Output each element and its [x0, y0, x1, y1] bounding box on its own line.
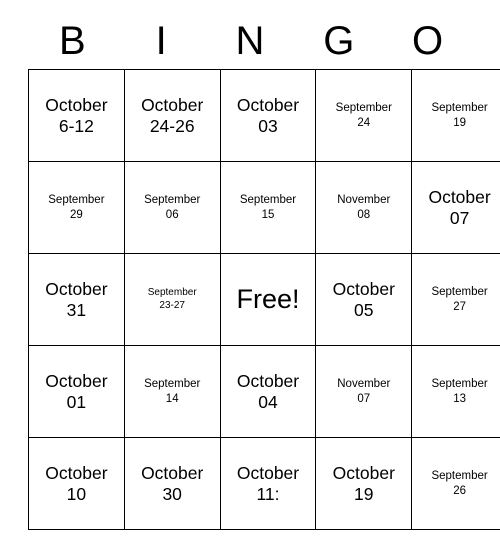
bingo-cell-subtext: 23-27: [159, 299, 185, 311]
bingo-cell[interactable]: October 07: [411, 161, 500, 254]
bingo-cell[interactable]: October 01: [28, 345, 125, 438]
bingo-cell[interactable]: September 19: [411, 69, 500, 162]
bingo-row: October 31 September 23-27 Free! October 05 Sep…: [28, 253, 500, 346]
bingo-row: October 6-12 October 24-26 October 03 Septembe…: [28, 69, 500, 162]
bingo-cell[interactable]: October 24-26: [123, 69, 221, 162]
bingo-header-letter-o: O: [412, 18, 444, 63]
bingo-cell[interactable]: October 05: [315, 253, 413, 346]
bingo-cell-text: September 29: [48, 194, 105, 221]
bingo-row: October 10 October 30 October 11: October 19 Sep…: [28, 437, 500, 530]
bingo-cell-text: October 19: [332, 462, 395, 504]
bingo-cell-text: September 26: [431, 470, 488, 497]
bingo-cell[interactable]: November 07: [315, 345, 413, 438]
bingo-cell-subtext: 04: [258, 391, 278, 412]
bingo-cell-text: October 04: [236, 370, 300, 412]
bingo-cell[interactable]: September 06: [123, 161, 221, 254]
bingo-cell-text: September 24: [335, 102, 392, 129]
bingo-cell-text: October 6-12: [45, 94, 108, 136]
bingo-cell-subtext: 24: [357, 116, 371, 129]
bingo-cell-subtext: 05: [354, 299, 374, 320]
bingo-cell[interactable]: September 15: [219, 161, 317, 254]
bingo-cell[interactable]: September 23-27: [123, 253, 221, 346]
bingo-cell-text: October 07: [428, 186, 491, 228]
bingo-cell[interactable]: October 31: [28, 253, 125, 346]
bingo-cell-subtext: 14: [165, 392, 179, 405]
bingo-header-row: B I N G O: [28, 12, 472, 69]
bingo-cell[interactable]: September 26: [411, 437, 500, 530]
bingo-cell[interactable]: September 24: [315, 69, 413, 162]
bingo-cell-subtext: 27: [453, 300, 466, 313]
bingo-cell-text: September 13: [431, 378, 488, 405]
bingo-cell-text: September 19: [431, 102, 488, 129]
bingo-cell-subtext: 10: [66, 483, 87, 504]
bingo-cell[interactable]: October 11:: [219, 437, 317, 530]
bingo-cell-text: October 11:: [236, 462, 300, 504]
bingo-grid: October 6-12 October 24-26 October 03 Septembe…: [28, 69, 500, 530]
bingo-cell[interactable]: September 27: [411, 253, 500, 346]
bingo-cell[interactable]: September 13: [411, 345, 500, 438]
bingo-cell-subtext: 07: [357, 392, 371, 405]
bingo-cell-subtext: 15: [261, 208, 275, 221]
bingo-cell-text: September 27: [431, 286, 488, 313]
bingo-cell-subtext: 19: [354, 483, 374, 504]
bingo-cell-text: September 15: [239, 194, 297, 221]
bingo-cell[interactable]: October 10: [28, 437, 125, 530]
bingo-cell-text: October 05: [332, 278, 395, 320]
bingo-cell[interactable]: September 29: [28, 161, 125, 254]
bingo-header-letter-i: I: [155, 18, 167, 63]
bingo-cell[interactable]: October 6-12: [28, 69, 125, 162]
bingo-cell-text: November 08: [337, 194, 391, 221]
bingo-cell-subtext: 11:: [256, 483, 280, 504]
bingo-cell[interactable]: October 19: [315, 437, 413, 530]
bingo-free-space-label: Free!: [236, 283, 300, 314]
bingo-card: B I N G O October 6-12 October 24-26 October…: [28, 12, 500, 530]
bingo-cell-subtext: 01: [66, 391, 87, 412]
bingo-cell-text: October 24-26: [141, 94, 204, 136]
bingo-row: September 29 September 06 September 15 Novembe…: [28, 161, 500, 254]
bingo-cell-subtext: 06: [165, 208, 179, 221]
bingo-cell-text: October 30: [141, 462, 204, 504]
bingo-cell-subtext: 29: [70, 208, 83, 221]
bingo-cell-text: October 01: [45, 370, 108, 412]
bingo-cell-text: September 14: [144, 378, 201, 405]
bingo-cell-subtext: 19: [453, 116, 466, 129]
bingo-cell-subtext: 6-12: [58, 115, 94, 136]
bingo-header-letter-g: G: [323, 18, 355, 63]
bingo-header-letter-b: B: [59, 18, 86, 63]
bingo-cell[interactable]: September 14: [123, 345, 221, 438]
bingo-cell[interactable]: October 03: [219, 69, 317, 162]
bingo-cell-subtext: 30: [162, 483, 182, 504]
bingo-cell[interactable]: October 04: [219, 345, 317, 438]
bingo-cell-subtext: 24-26: [149, 115, 195, 136]
bingo-cell-text: September 23-27: [147, 287, 197, 311]
bingo-cell[interactable]: November 08: [315, 161, 413, 254]
bingo-cell-subtext: 03: [258, 115, 278, 136]
bingo-cell-subtext: 08: [357, 208, 371, 221]
bingo-cell-text: October 10: [45, 462, 108, 504]
bingo-cell-subtext: 13: [453, 392, 466, 405]
bingo-row: October 01 September 14 October 04 November 07 S…: [28, 345, 500, 438]
bingo-cell[interactable]: October 30: [123, 437, 221, 530]
bingo-cell-subtext: 31: [66, 299, 87, 320]
bingo-cell-text: October 31: [45, 278, 108, 320]
bingo-cell-text: November 07: [337, 378, 391, 405]
bingo-free-space-cell[interactable]: Free!: [219, 253, 317, 346]
bingo-header-letter-n: N: [235, 18, 265, 63]
bingo-cell-subtext: 26: [453, 484, 466, 497]
bingo-cell-text: September 06: [144, 194, 201, 221]
bingo-cell-text: October 03: [236, 94, 300, 136]
bingo-cell-subtext: 07: [449, 207, 470, 228]
